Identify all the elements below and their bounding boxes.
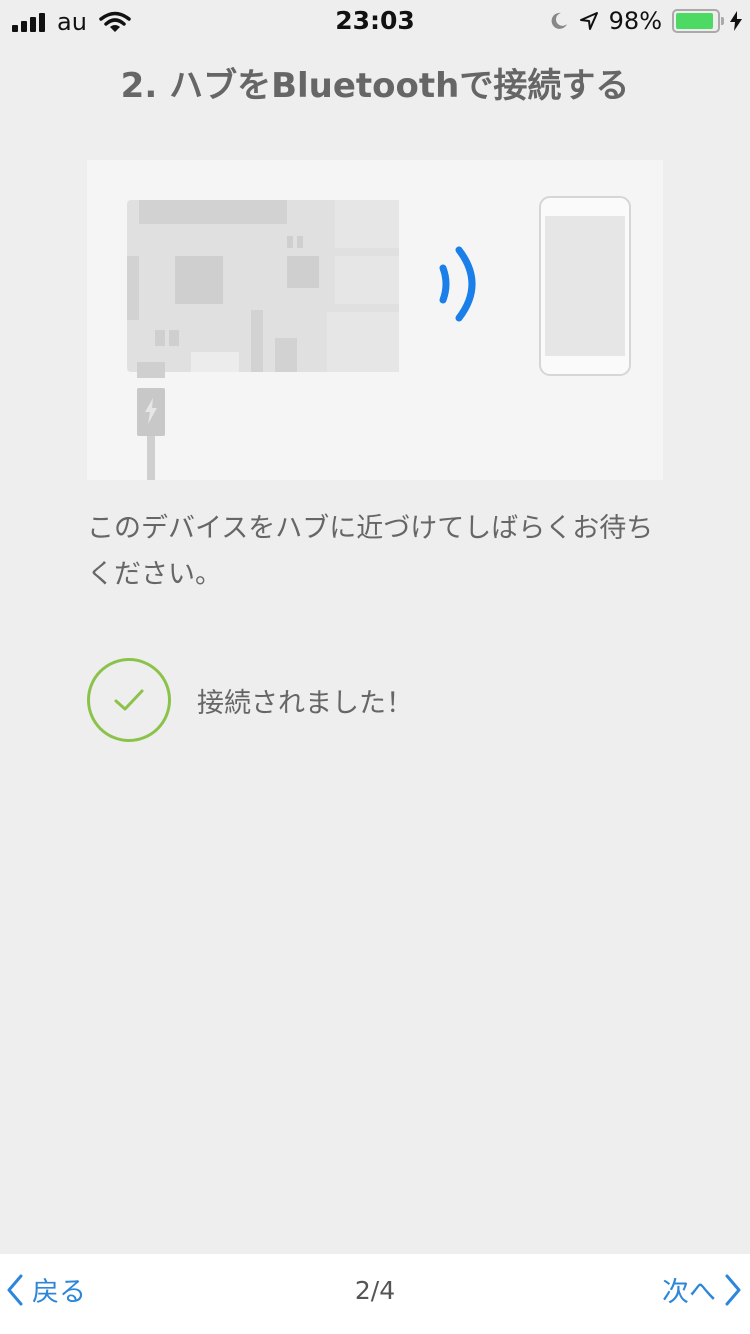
bluetooth-signal-icon bbox=[439, 246, 476, 322]
connection-status-text: 接続されました！ bbox=[197, 687, 413, 719]
location-arrow-icon bbox=[579, 12, 598, 30]
page-title: 2. ハブをBluetoothで接続する bbox=[120, 66, 630, 106]
status-bar-right: 98% bbox=[549, 7, 742, 35]
check-icon bbox=[114, 689, 144, 711]
usb-cable-image bbox=[137, 362, 165, 480]
instruction-text: このデバイスをハブに近づけてしばらくお待ちください。 bbox=[87, 513, 654, 590]
bottom-navigation: 戻る 2/4 次へ bbox=[0, 1254, 750, 1334]
status-bar: au 23:03 98% bbox=[0, 0, 750, 40]
next-button[interactable]: 次へ bbox=[662, 1270, 742, 1309]
connection-illustration bbox=[87, 160, 663, 480]
chevron-right-icon bbox=[725, 1274, 741, 1305]
page-indicator: 2/4 bbox=[354, 1276, 396, 1305]
success-circle bbox=[87, 658, 171, 742]
battery-percent: 98% bbox=[608, 7, 662, 35]
smartphone-image bbox=[539, 196, 631, 376]
charging-bolt-icon bbox=[730, 11, 742, 31]
battery-icon bbox=[672, 9, 724, 33]
connection-status: 接続されました！ bbox=[87, 656, 413, 744]
hub-board-image bbox=[127, 200, 399, 372]
moon-icon bbox=[551, 12, 567, 29]
next-label: 次へ bbox=[662, 1277, 716, 1308]
